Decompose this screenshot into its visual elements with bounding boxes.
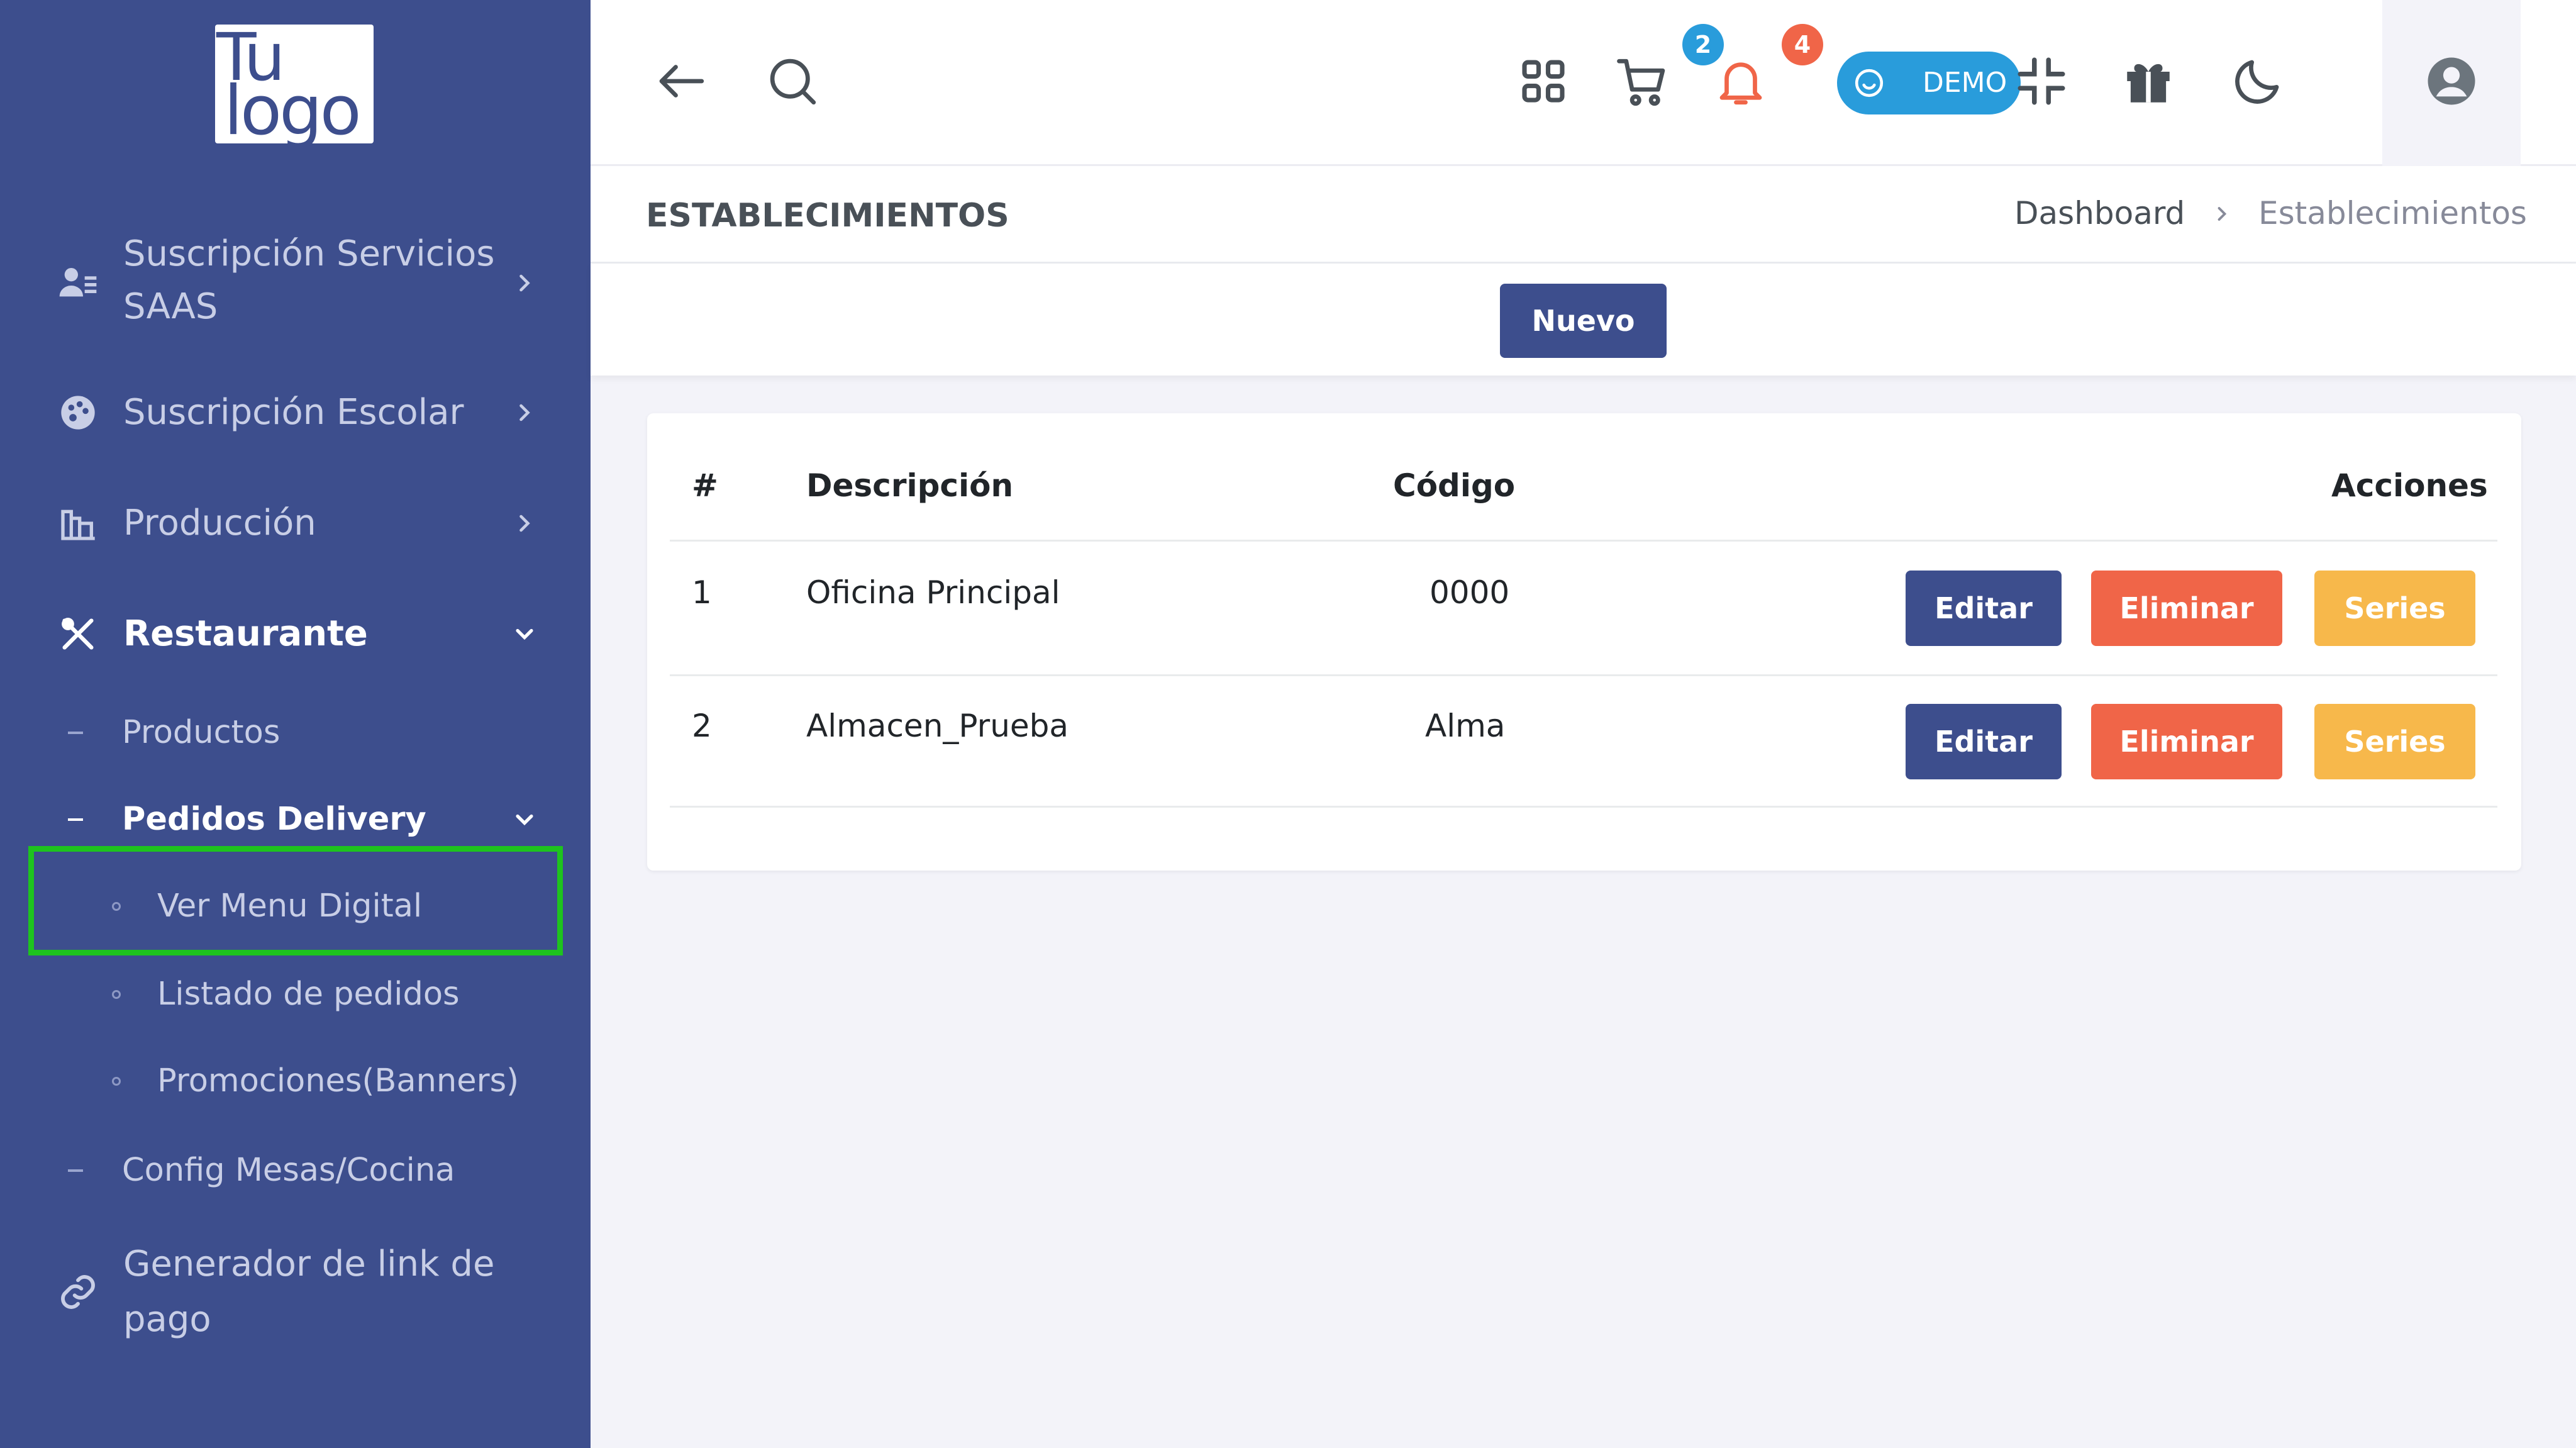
sidebar-item-label: Generador de link de	[123, 1244, 495, 1284]
dark-mode-moon-icon[interactable]	[2229, 53, 2286, 109]
sidebar-subitem-label: Productos	[122, 714, 280, 751]
breadcrumb-dashboard[interactable]: Dashboard	[2014, 191, 2185, 235]
column-header-number: #	[692, 467, 718, 504]
smile-icon	[1853, 67, 1885, 99]
sidebar-item-label-line2: pago	[123, 1299, 211, 1340]
chevron-down-icon	[511, 806, 538, 833]
sidebar-subitem-label: Pedidos Delivery	[122, 801, 426, 838]
apps-grid-icon[interactable]	[1515, 53, 1572, 109]
row-number: 2	[692, 708, 712, 744]
column-header-codigo: Código	[1393, 467, 1516, 504]
row-codigo: Alma	[1425, 708, 1506, 744]
delete-button[interactable]: Eliminar	[2091, 704, 2282, 779]
chevron-right-icon	[511, 510, 538, 537]
action-bar: Nuevo	[591, 264, 2576, 376]
palette-icon	[58, 393, 98, 433]
edit-button[interactable]: Editar	[1906, 704, 2062, 779]
user-avatar-icon	[2423, 53, 2480, 109]
notification-count-badge: 4	[1782, 24, 1823, 65]
row-number: 1	[692, 574, 712, 611]
page-title: ESTABLECIMIENTOS	[646, 197, 1009, 235]
column-header-descripcion: Descripción	[806, 467, 1014, 504]
user-menu[interactable]	[2382, 0, 2521, 166]
chevron-right-icon	[2211, 203, 2233, 225]
chevron-right-icon	[511, 399, 538, 426]
demo-mode-toggle[interactable]: DEMO	[1837, 52, 2021, 114]
sidebar-item-produccion[interactable]: Producción	[0, 497, 591, 550]
edit-button[interactable]: Editar	[1906, 571, 2062, 646]
sidebar-item-restaurante[interactable]: Restaurante	[0, 608, 591, 660]
utensils-icon	[58, 614, 98, 654]
sidebar-item-label: Suscripción Escolar	[123, 392, 464, 433]
series-button[interactable]: Series	[2314, 571, 2475, 646]
gift-icon[interactable]	[2120, 53, 2177, 109]
chevron-down-icon	[511, 620, 538, 648]
circle-bullet-icon	[112, 1077, 121, 1086]
page-title-bar: ESTABLECIMIENTOS Dashboard Establecimien…	[591, 166, 2576, 264]
chevron-right-icon	[511, 269, 538, 297]
divider	[670, 540, 2497, 542]
sidebar-item-label: Producción	[123, 503, 316, 543]
new-button[interactable]: Nuevo	[1500, 284, 1667, 358]
dash-icon	[68, 732, 83, 734]
bell-icon[interactable]	[1713, 53, 1769, 109]
series-button[interactable]: Series	[2314, 704, 2475, 779]
sidebar-subitem-listado-pedidos[interactable]: Listado de pedidos	[0, 972, 591, 1016]
sidebar-item-label: Restaurante	[123, 613, 368, 654]
cart-icon[interactable]	[1614, 54, 1671, 111]
divider	[670, 674, 2497, 676]
sidebar-subitem-label: Config Mesas/Cocina	[122, 1152, 455, 1189]
dash-icon	[68, 1169, 83, 1172]
sidebar-item-generador-link[interactable]: Generador de link de pago	[0, 1238, 591, 1351]
user-list-icon	[58, 263, 98, 303]
row-descripcion: Oficina Principal	[806, 574, 1060, 611]
divider	[670, 806, 2497, 808]
sidebar-item-label: Suscripción Servicios	[123, 233, 495, 274]
sidebar-subitem-label: Promociones(Banners)	[157, 1062, 519, 1100]
sidebar-item-suscripcion-saas[interactable]: Suscripción Servicios SAAS	[0, 226, 591, 340]
sidebar-item-label-line2: SAAS	[123, 286, 218, 327]
link-icon	[58, 1272, 98, 1312]
factory-icon	[58, 503, 98, 543]
row-descripcion: Almacen_Prueba	[806, 708, 1069, 744]
fullscreen-exit-icon[interactable]	[2013, 53, 2070, 109]
logo[interactable]: Tu logo	[215, 25, 374, 150]
column-header-acciones: Acciones	[2331, 467, 2488, 504]
sidebar-item-suscripcion-escolar[interactable]: Suscripción Escolar	[0, 386, 591, 439]
row-codigo: 0000	[1430, 574, 1510, 611]
highlight-box	[28, 846, 563, 955]
demo-label: DEMO	[1923, 67, 2007, 99]
sidebar-subitem-config-mesas[interactable]: Config Mesas/Cocina	[0, 1149, 591, 1193]
sidebar-subitem-promociones[interactable]: Promociones(Banners)	[0, 1059, 591, 1103]
topbar: 2 4 DEMO	[591, 0, 2576, 166]
sidebar-subitem-label: Listado de pedidos	[157, 976, 460, 1013]
delete-button[interactable]: Eliminar	[2091, 571, 2282, 646]
sidebar-subitem-productos[interactable]: Productos	[0, 711, 591, 755]
search-icon[interactable]	[764, 53, 821, 109]
sidebar-subitem-pedidos-delivery[interactable]: Pedidos Delivery	[0, 798, 591, 842]
logo-text-line2: logo	[224, 72, 362, 150]
sidebar: Tu logo Suscripción Servicios SAAS Suscr…	[0, 0, 591, 1448]
establecimientos-table-card: # Descripción Código Acciones 1 Oficina …	[647, 413, 2521, 871]
dash-icon	[68, 818, 83, 821]
breadcrumb-establecimientos: Establecimientos	[2258, 195, 2527, 231]
back-arrow-icon[interactable]	[652, 53, 709, 109]
circle-bullet-icon	[112, 990, 121, 999]
